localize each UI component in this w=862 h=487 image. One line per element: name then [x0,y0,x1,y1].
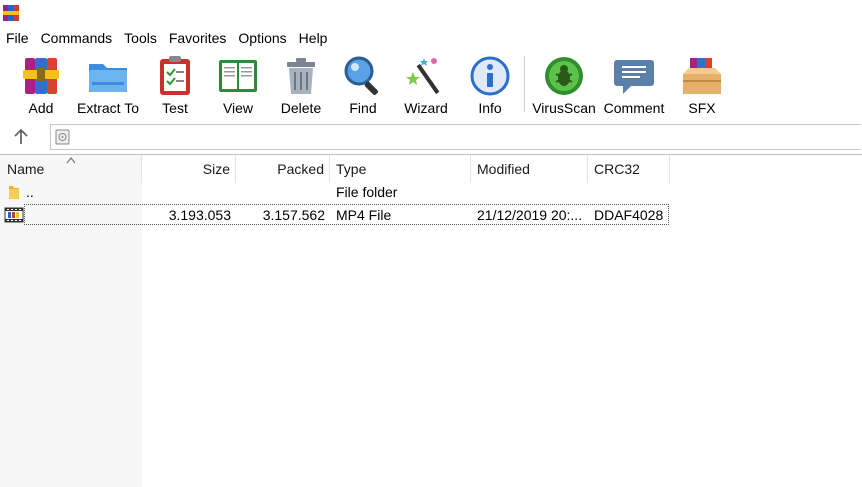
virusscan-button[interactable]: VirusScan [532,54,596,118]
extract-to-button[interactable]: Extract To [74,54,142,118]
test-label: Test [162,100,188,116]
title-bar [0,0,862,26]
trash-icon [287,58,315,94]
comment-button[interactable]: Comment [602,54,666,118]
header-type-label: Type [336,161,367,177]
menu-options[interactable]: Options [232,27,292,49]
list-item[interactable]: 3.193.053 3.157.562 MP4 File 21/12/2019 … [0,204,862,226]
address-field[interactable] [50,124,861,150]
header-size-label: Size [202,161,230,177]
archive-drive-icon [55,129,70,145]
comment-bubble-icon [614,60,654,94]
video-file-icon [4,207,24,223]
winrar-app-icon[interactable] [2,4,20,22]
menu-tools[interactable]: Tools [118,27,163,49]
item-type: File folder [336,184,398,200]
extract-to-label: Extract To [77,100,139,116]
extract-folder-icon [89,64,127,92]
list-header: Name Size Packed Type Modified CRC32 [0,155,862,183]
list-item[interactable]: .. File folder [0,181,862,203]
find-label: Find [349,100,377,116]
menu-favorites[interactable]: Favorites [163,27,233,49]
delete-label: Delete [280,100,322,116]
address-bar [0,122,862,152]
magic-wand-icon [406,58,440,95]
sfx-label: SFX [688,100,716,116]
virusscan-label: VirusScan [532,100,596,116]
magnifier-icon [344,56,378,95]
header-crc32-label: CRC32 [594,161,640,177]
info-button[interactable]: Info [467,54,513,118]
add-label: Add [28,100,54,116]
up-arrow-icon[interactable] [10,126,32,148]
file-list[interactable]: Name Size Packed Type Modified CRC32 .. … [0,155,862,487]
item-type: MP4 File [336,207,392,223]
item-packed [236,181,325,203]
menu-file[interactable]: File [0,27,35,49]
sfx-box-icon [683,58,721,94]
sfx-button[interactable]: SFX [677,54,727,118]
folder-icon [9,186,19,199]
menu-commands[interactable]: Commands [35,27,119,49]
delete-button[interactable]: Delete [278,54,324,118]
view-label: View [222,100,254,116]
toolbar-separator [524,56,525,112]
wizard-label: Wizard [404,100,448,116]
info-label: Info [478,100,502,116]
item-packed: 3.157.562 [262,207,325,223]
view-button[interactable]: View [214,54,262,118]
item-crc: DDAF4028 [594,207,664,223]
wizard-button[interactable]: Wizard [402,54,450,118]
virus-scan-icon [545,57,583,95]
comment-label: Comment [603,100,665,116]
item-modified: 21/12/2019 20:... [477,207,583,223]
header-size[interactable]: Size [142,155,236,183]
add-button[interactable]: Add [18,54,64,118]
info-icon [470,56,510,96]
header-crc32[interactable]: CRC32 [588,155,670,183]
header-modified[interactable]: Modified [471,155,588,183]
header-type[interactable]: Type [330,155,471,183]
view-book-icon [219,60,257,92]
header-packed[interactable]: Packed [236,155,330,183]
item-size [142,181,231,203]
item-name: .. [26,184,34,200]
toolbar: Add Extract To Test View Delete Find Wiz… [0,50,862,120]
header-packed-label: Packed [277,161,324,177]
test-button[interactable]: Test [152,54,198,118]
add-archive-icon [23,58,59,94]
header-name[interactable]: Name [0,155,142,183]
menu-help[interactable]: Help [293,27,334,49]
find-button[interactable]: Find [340,54,386,118]
header-modified-label: Modified [477,161,530,177]
sort-up-icon [66,157,76,164]
item-size: 3.193.053 [168,207,231,223]
menu-bar: File Commands Tools Favorites Options He… [0,27,333,49]
header-name-label: Name [7,161,45,177]
test-clipboard-icon [160,56,190,95]
